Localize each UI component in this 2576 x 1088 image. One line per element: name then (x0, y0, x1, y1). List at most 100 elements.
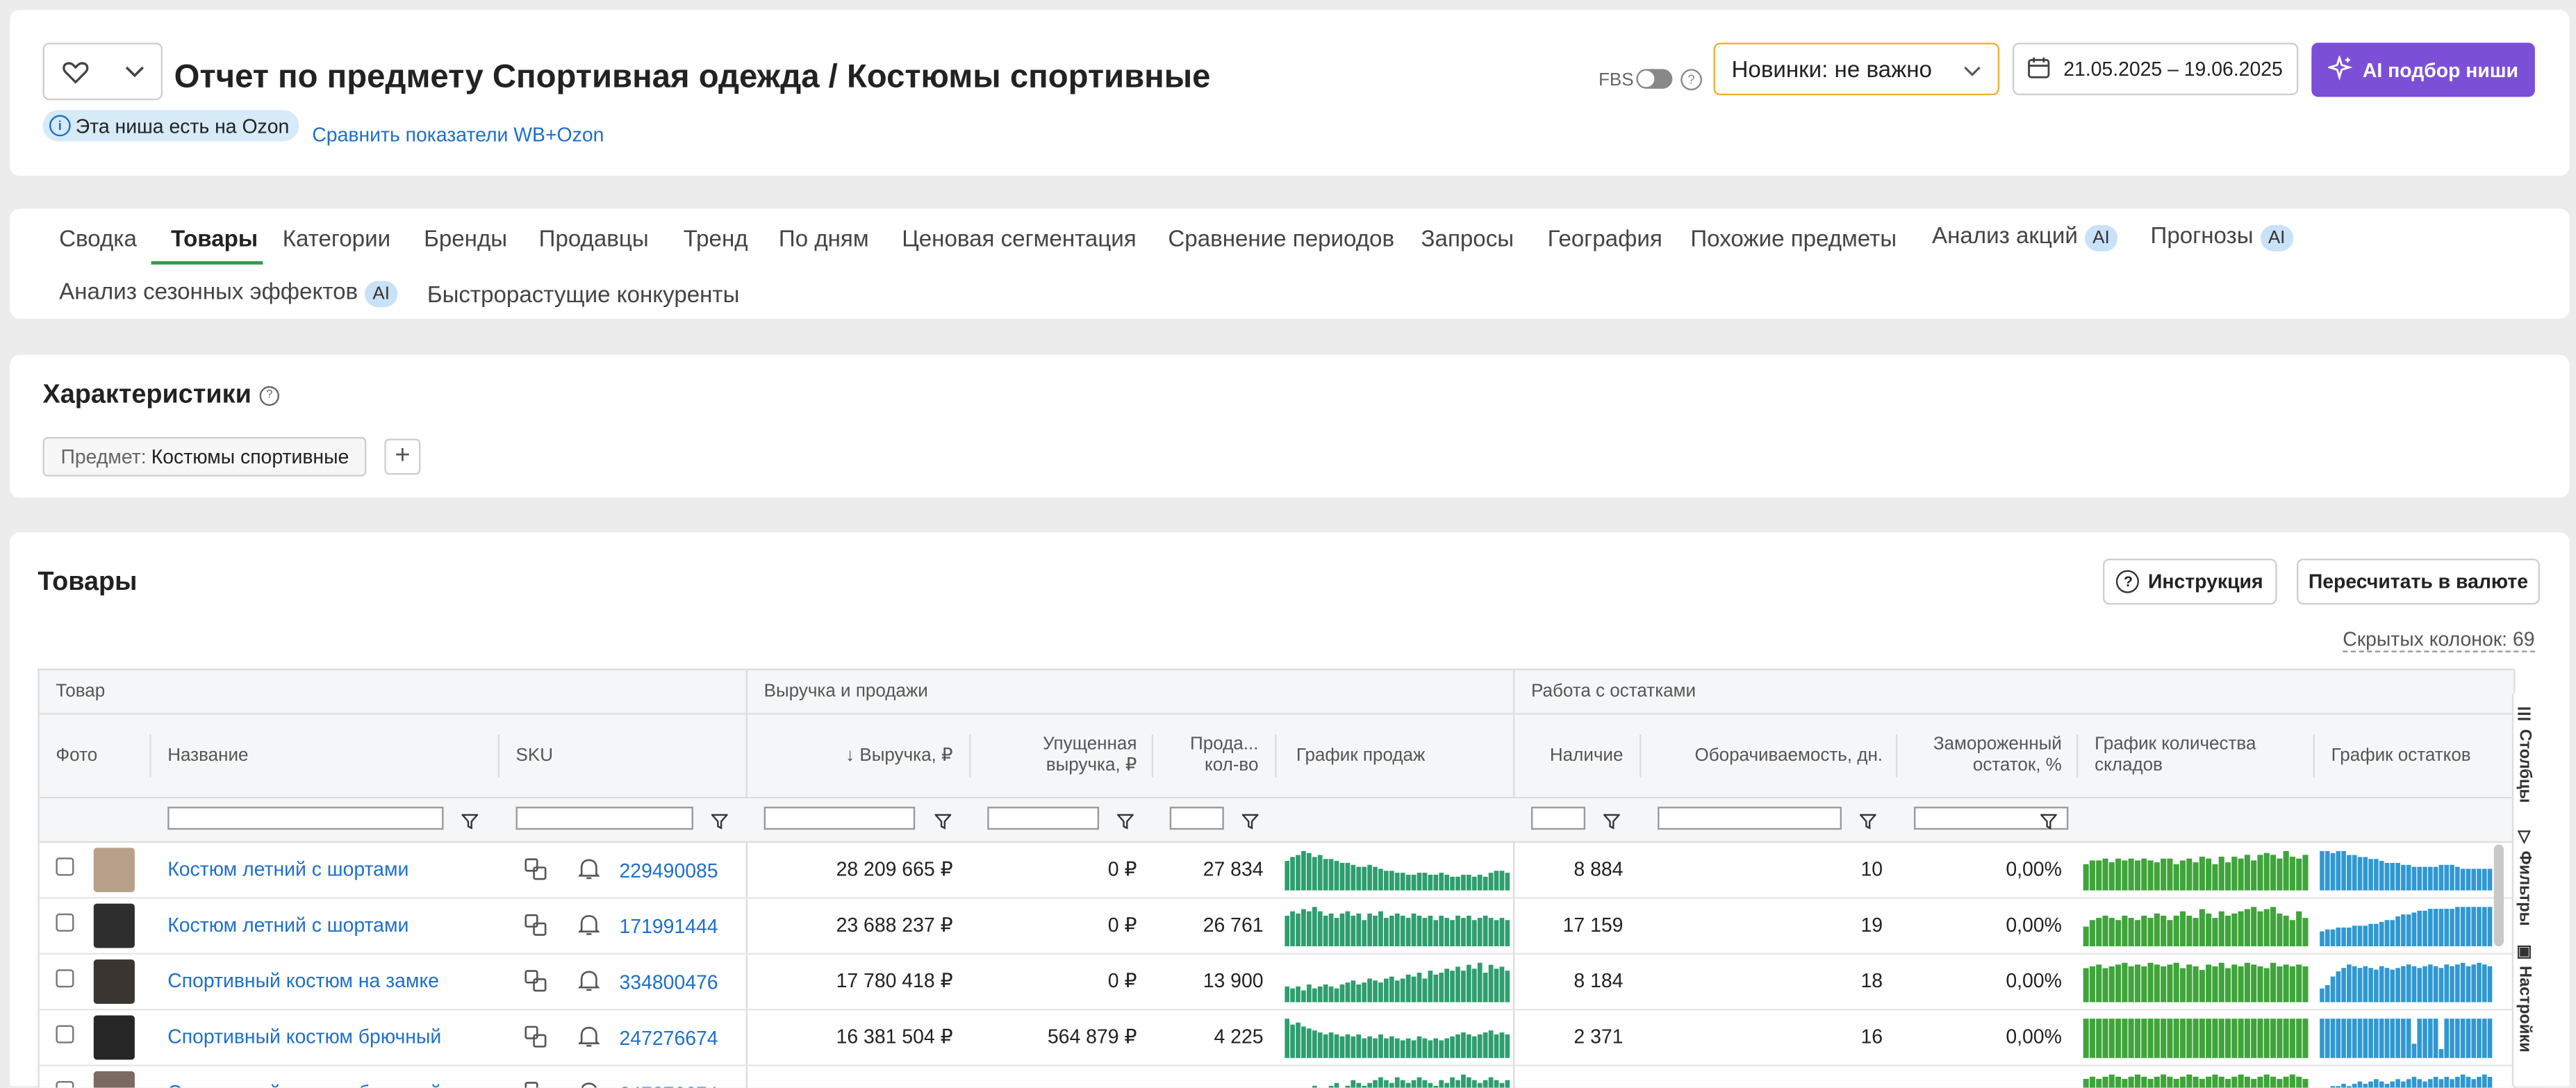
table-row[interactable]: Спортивный костюм брючный 247276674 16 381… (39, 1010, 2514, 1066)
row-checkbox[interactable] (56, 1025, 74, 1044)
table-row[interactable]: Костюм летний с шортами 171991444 23 688 2… (39, 898, 2514, 955)
copy-icon[interactable] (524, 1081, 547, 1088)
tab-trend[interactable]: Тренд (684, 225, 748, 252)
table-scrollbar[interactable] (2493, 844, 2504, 947)
warehouse-sparkline-bar (2141, 915, 2147, 947)
col-revenue[interactable]: ↓ Выручка, ₽ (811, 746, 952, 768)
tab-price-segmentation[interactable]: Ценовая сегментация (902, 225, 1136, 252)
product-name-link[interactable]: Спортивный костюм брючный (167, 1081, 441, 1087)
favorite-control[interactable] (42, 42, 163, 101)
product-name-link[interactable]: Костюм летний с шортами (167, 914, 408, 937)
name-filter-input[interactable] (167, 807, 444, 830)
hidden-columns-link[interactable]: Скрытых колонок: 69 (2343, 627, 2535, 652)
chevron-down-icon[interactable] (107, 65, 161, 78)
ai-niche-button[interactable]: AI подбор ниши (2311, 42, 2535, 97)
fbs-toggle[interactable] (1636, 69, 1673, 89)
revenue-filter-input[interactable] (763, 807, 916, 830)
product-photo[interactable] (93, 903, 135, 948)
tab-svodka[interactable]: Сводка (59, 225, 137, 252)
filter-icon[interactable] (2039, 808, 2058, 838)
instruction-button[interactable]: ? Инструкция (2102, 559, 2277, 605)
tab-geography[interactable]: География (1548, 225, 1662, 252)
col-sales-chart[interactable]: График продаж (1296, 746, 1426, 768)
calendar-icon (2027, 55, 2063, 83)
col-frozen[interactable]: Замороженный остаток, % (1913, 734, 2062, 777)
heart-icon[interactable] (44, 60, 107, 83)
turnover-filter-input[interactable] (1658, 807, 1842, 830)
tab-similar-items[interactable]: Похожие предметы (1690, 225, 1897, 252)
row-checkbox[interactable] (56, 857, 74, 876)
product-name-link[interactable]: Спортивный костюм на замке (167, 969, 439, 992)
filter-icon[interactable] (710, 808, 729, 838)
col-warehouse-chart[interactable]: График количества складов (2095, 734, 2256, 777)
add-characteristic-button[interactable]: + (384, 438, 421, 475)
bell-icon[interactable] (577, 914, 600, 941)
row-checkbox[interactable] (56, 913, 74, 932)
product-photo[interactable] (93, 848, 135, 893)
col-sales[interactable]: Прода... кол-во (1173, 734, 1258, 777)
sales-filter-input[interactable] (1169, 807, 1224, 830)
col-stock-chart[interactable]: График остатков (2331, 746, 2471, 768)
help-icon[interactable]: ? (259, 386, 280, 406)
filters-panel-tab[interactable]: ▽ Фильтры (2516, 828, 2534, 926)
columns-panel-tab[interactable]: ☰ Столбцы (2516, 707, 2534, 803)
tab-forecasts[interactable]: Прогнозы AI (2151, 222, 2294, 252)
tab-fast-growing-competitors[interactable]: Быстрорастущие конкуренты (427, 281, 740, 307)
col-lost-revenue[interactable]: Упущенная выручка, ₽ (992, 734, 1137, 777)
compare-wb-ozon-link[interactable]: Сравнить показатели WB+Ozon (312, 123, 604, 146)
bell-icon[interactable] (577, 969, 600, 997)
sku-link[interactable]: 334800476 (620, 971, 718, 994)
tab-tovary[interactable]: Товары (171, 225, 258, 252)
sku-link[interactable]: 247276674 (620, 1027, 718, 1050)
help-icon[interactable]: ? (1681, 69, 1702, 91)
date-range-picker[interactable]: 21.05.2025 – 19.06.2025 (2012, 42, 2299, 96)
tab-period-comparison[interactable]: Сравнение периодов (1168, 225, 1394, 252)
row-checkbox[interactable] (56, 969, 74, 988)
tab-queries[interactable]: Запросы (1421, 225, 1514, 252)
sku-link[interactable]: 229490085 (620, 859, 718, 882)
filter-icon[interactable] (1858, 808, 1878, 838)
filter-icon[interactable] (461, 808, 479, 838)
product-name-link[interactable]: Костюм летний с шортами (167, 857, 408, 880)
tab-promo-analysis[interactable]: Анализ акций AI (1932, 222, 2118, 252)
row-checkbox[interactable] (56, 1081, 74, 1088)
table-row[interactable]: Спортивный костюм на замке 334800476 17 78… (39, 954, 2514, 1011)
copy-icon[interactable] (524, 969, 547, 997)
table-row[interactable]: Спортивный костюм брючный247276674 (39, 1066, 2514, 1088)
tab-brendy[interactable]: Бренды (424, 225, 507, 252)
copy-icon[interactable] (524, 1025, 547, 1053)
novinki-select[interactable]: Новинки: не важно (1713, 42, 1999, 96)
tab-kategorii[interactable]: Категории (283, 225, 390, 252)
product-photo[interactable] (93, 959, 135, 1004)
tab-seasonal-effects[interactable]: Анализ сезонных эффектов AI (59, 278, 398, 308)
col-sku[interactable]: SKU (516, 746, 554, 768)
tab-prodavcy[interactable]: Продавцы (539, 225, 649, 252)
sales-sparkline-bar (1389, 976, 1394, 1003)
bell-icon[interactable] (578, 1081, 600, 1088)
warehouse-sparkline-bar (2302, 855, 2309, 891)
product-name-link[interactable]: Спортивный костюм брючный (167, 1025, 441, 1048)
lost-revenue-filter-input[interactable] (987, 807, 1100, 830)
filter-icon[interactable] (1116, 808, 1135, 838)
bell-icon[interactable] (577, 1025, 600, 1053)
col-frozen-line1: Замороженный (1933, 734, 2062, 755)
currency-button[interactable]: Пересчитать в валюте (2296, 559, 2540, 605)
col-stock[interactable]: Наличие (1535, 746, 1624, 768)
copy-icon[interactable] (524, 914, 547, 941)
subject-chip[interactable]: Предмет: Костюмы спортивные (42, 437, 368, 477)
col-name[interactable]: Название (167, 746, 248, 768)
copy-icon[interactable] (524, 857, 547, 885)
sku-link[interactable]: 171991444 (620, 915, 718, 938)
settings-panel-tab[interactable]: ▣ Настройки (2516, 943, 2534, 1052)
col-turnover[interactable]: Оборачиваемость, дн. (1666, 746, 1883, 768)
table-row[interactable]: Костюм летний с шортами 229490085 28 209 6… (39, 843, 2514, 899)
tab-po-dnyam[interactable]: По дням (779, 225, 869, 252)
sku-filter-input[interactable] (515, 807, 693, 830)
bell-icon[interactable] (577, 857, 600, 885)
filter-icon[interactable] (1241, 808, 1260, 838)
col-photo[interactable]: Фото (56, 746, 97, 768)
filter-icon[interactable] (1602, 808, 1621, 838)
stock-filter-input[interactable] (1530, 807, 1586, 830)
product-photo[interactable] (93, 1015, 135, 1060)
filter-icon[interactable] (934, 808, 952, 838)
